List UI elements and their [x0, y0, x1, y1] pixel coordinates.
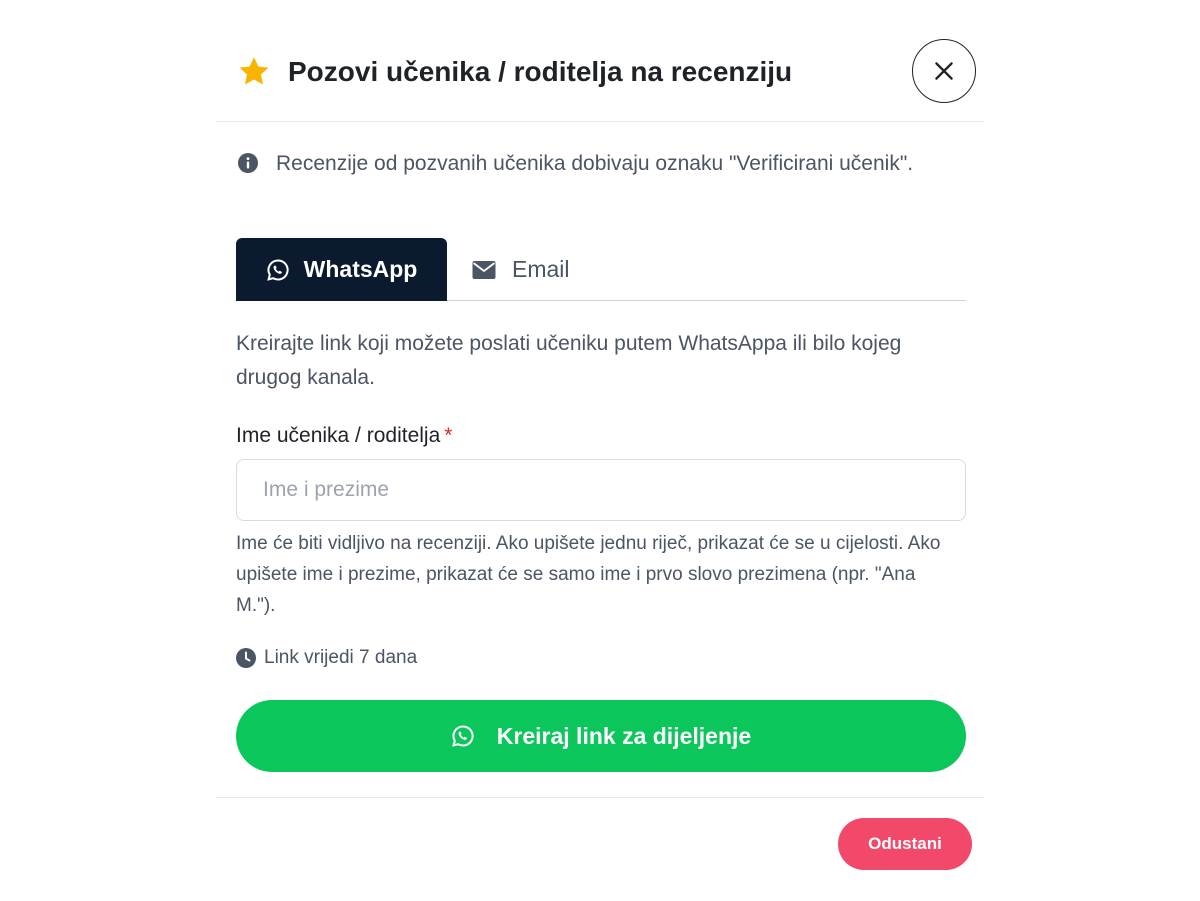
- clock-icon: [236, 648, 256, 668]
- name-help-text: Ime će biti vidljivo na recenziji. Ako u…: [236, 533, 941, 616]
- close-button[interactable]: [912, 39, 976, 103]
- channel-tabs: WhatsApp Email: [236, 238, 966, 301]
- tab-email-label: Email: [512, 256, 570, 282]
- modal-footer: Odustani: [216, 797, 984, 901]
- student-name-input[interactable]: [236, 459, 966, 521]
- name-field-label: Ime učenika / roditelja *: [236, 421, 452, 451]
- whatsapp-icon: [266, 258, 290, 282]
- close-icon: [931, 58, 957, 84]
- cancel-button[interactable]: Odustani: [838, 818, 972, 870]
- info-text: Recenzije od pozvanih učenika dobivaju o…: [276, 152, 914, 175]
- modal-title: Pozovi učenika / roditelja na recenziju: [288, 56, 793, 87]
- name-field-label-text: Ime učenika / roditelja: [236, 424, 441, 447]
- tab-whatsapp-label: WhatsApp: [303, 256, 418, 282]
- modal-header: Pozovi učenika / roditelja na recenziju: [216, 0, 984, 122]
- link-validity: Link vrijedi 7 dana: [236, 647, 417, 669]
- star-icon: [236, 54, 272, 90]
- info-icon: [238, 153, 258, 173]
- required-mark: *: [444, 424, 453, 447]
- create-share-link-button[interactable]: Kreiraj link za dijeljenje: [236, 700, 966, 772]
- tab-email[interactable]: Email: [472, 238, 602, 301]
- tab-whatsapp[interactable]: WhatsApp: [236, 238, 447, 301]
- create-share-link-label: Kreiraj link za dijeljenje: [496, 722, 752, 749]
- info-notice: Recenzije od pozvanih učenika dobivaju o…: [236, 147, 936, 181]
- whatsapp-description: Kreirajte link koji možete poslati učeni…: [236, 332, 902, 389]
- review-invite-modal: Pozovi učenika / roditelja na recenziju …: [216, 0, 984, 900]
- link-validity-text: Link vrijedi 7 dana: [264, 647, 418, 668]
- envelope-icon: [472, 260, 496, 280]
- whatsapp-icon: [451, 724, 475, 748]
